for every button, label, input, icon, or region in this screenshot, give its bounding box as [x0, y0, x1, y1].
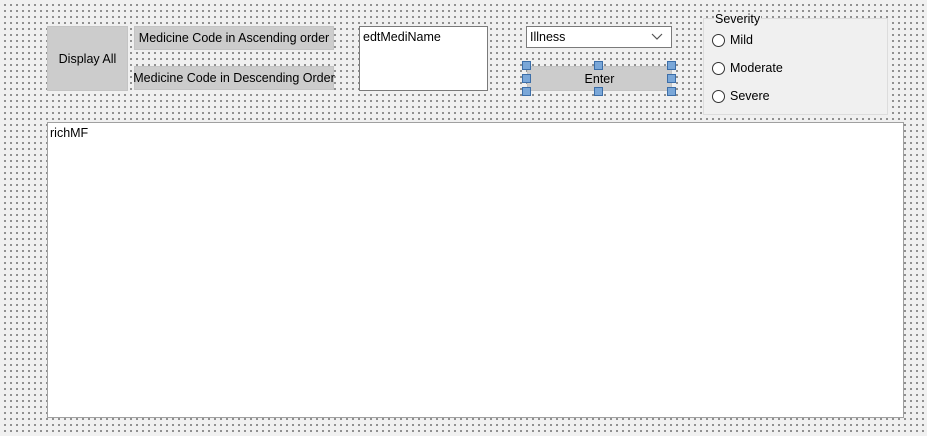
rich-memo-output[interactable]: richMF — [47, 122, 904, 418]
rich-memo-value: richMF — [50, 126, 89, 140]
enter-label: Enter — [584, 71, 615, 86]
medicine-name-value: edtMediName — [363, 30, 441, 44]
form-designer-canvas: { "buttons": { "display_all": "Display A… — [0, 0, 927, 436]
selection-handle-top-right[interactable] — [667, 61, 676, 70]
descending-order-label: Medicine Code in Descending Order — [133, 71, 335, 85]
radio-mild[interactable]: Mild — [712, 33, 753, 47]
selection-handle-left[interactable] — [522, 74, 531, 83]
radio-severe-label: Severe — [730, 89, 770, 103]
ascending-order-label: Medicine Code in Ascending order — [138, 31, 330, 45]
descending-order-button[interactable]: Medicine Code in Descending Order — [133, 66, 335, 90]
radio-severe[interactable]: Severe — [712, 89, 770, 103]
display-all-button[interactable]: Display All — [47, 26, 128, 91]
radio-moderate-label: Moderate — [730, 61, 783, 75]
selection-handle-top-left[interactable] — [522, 61, 531, 70]
illness-select[interactable]: Illness — [526, 26, 672, 48]
selection-handle-right[interactable] — [667, 74, 676, 83]
selection-handle-bottom-right[interactable] — [667, 87, 676, 96]
illness-selected-value: Illness — [530, 30, 566, 44]
radio-circle-icon[interactable] — [712, 61, 725, 75]
selection-handle-top[interactable] — [594, 61, 603, 70]
ascending-order-button[interactable]: Medicine Code in Ascending order — [134, 26, 334, 50]
severity-radio-group: Severity Mild Moderate Severe — [703, 12, 888, 115]
medicine-name-field[interactable]: edtMediName — [359, 26, 488, 91]
radio-mild-label: Mild — [730, 33, 753, 47]
chevron-down-icon[interactable] — [651, 33, 663, 41]
radio-circle-icon[interactable] — [712, 89, 725, 103]
severity-group-title: Severity — [714, 12, 762, 26]
selection-handle-bottom-left[interactable] — [522, 87, 531, 96]
radio-circle-icon[interactable] — [712, 33, 725, 47]
display-all-label: Display All — [58, 51, 117, 66]
radio-moderate[interactable]: Moderate — [712, 61, 783, 75]
selection-handle-bottom[interactable] — [594, 87, 603, 96]
